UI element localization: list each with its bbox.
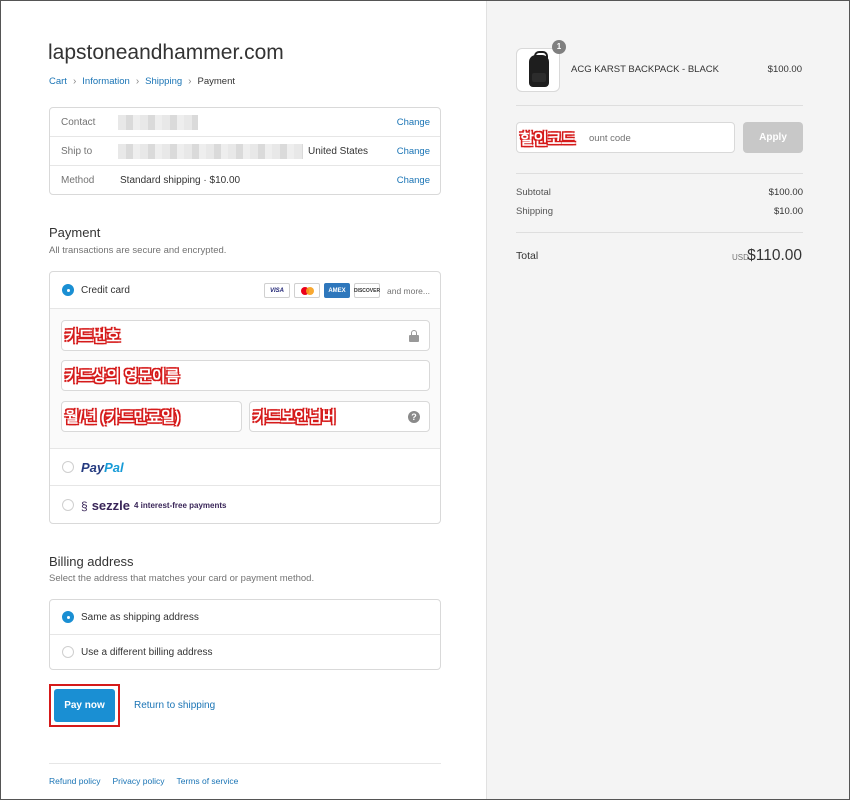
- backpack-icon: [529, 51, 549, 87]
- contact-change-link[interactable]: Change: [397, 117, 430, 128]
- breadcrumb-shipping[interactable]: Shipping: [145, 76, 182, 87]
- footer-divider: [49, 763, 441, 764]
- sezzle-name: sezzle: [91, 498, 130, 513]
- summary-divider: [516, 232, 803, 233]
- breadcrumb-cart[interactable]: Cart: [49, 76, 67, 87]
- method-change-link[interactable]: Change: [397, 175, 430, 186]
- apply-discount-button[interactable]: Apply: [743, 122, 803, 153]
- discount-code-input[interactable]: ount code 할인코드: [516, 122, 735, 153]
- privacy-policy-link[interactable]: Privacy policy: [113, 776, 165, 786]
- shipping-value: $10.00: [773, 206, 803, 217]
- breadcrumb: Cart › Information › Shipping › Payment: [49, 76, 235, 87]
- ship-to-label: Ship to: [61, 145, 93, 157]
- mastercard-icon: [294, 283, 320, 298]
- billing-same-label: Same as shipping address: [81, 611, 199, 623]
- billing-different-option[interactable]: Use a different billing address: [50, 635, 440, 670]
- ship-to-change-link[interactable]: Change: [397, 146, 430, 157]
- discover-icon: DISCOVER: [354, 283, 380, 298]
- discount-annotation: 할인코드: [520, 131, 576, 148]
- paypal-option[interactable]: PayPal: [50, 449, 440, 486]
- pay-now-highlight: Pay now: [49, 684, 120, 727]
- store-name[interactable]: lapstoneandhammer.com: [48, 41, 284, 65]
- chevron-right-icon: ›: [188, 76, 192, 87]
- sezzle-radio[interactable]: [62, 499, 74, 511]
- shipping-label: Shipping: [516, 206, 553, 217]
- terms-of-service-link[interactable]: Terms of service: [176, 776, 238, 786]
- summary-divider: [516, 173, 803, 174]
- ship-to-address-redacted: [118, 144, 303, 159]
- discount-placeholder: ount code: [589, 133, 631, 144]
- visa-icon: VISA: [264, 283, 290, 298]
- total-label: Total: [516, 250, 539, 262]
- footer-links: Refund policy Privacy policy Terms of se…: [49, 776, 238, 786]
- quantity-badge: 1: [552, 40, 566, 54]
- sezzle-logo: § sezzle 4 interest-free payments: [81, 498, 226, 513]
- product-name: ACG KARST BACKPACK - BLACK: [571, 64, 719, 75]
- payment-methods: Credit card VISA AMEX DISCOVER and more.…: [49, 271, 441, 524]
- billing-subtitle: Select the address that matches your car…: [49, 573, 315, 584]
- billing-different-label: Use a different billing address: [81, 647, 213, 658]
- security-code-annotation: 카드보안넘버: [253, 409, 336, 426]
- credit-card-fields: 카드번호 카드상의 영문이름 월/년 (카드만료일) 카드보안넘버 ?: [50, 309, 440, 449]
- total-value: $110.00: [747, 247, 802, 264]
- credit-card-option[interactable]: Credit card VISA AMEX DISCOVER and more.…: [50, 272, 440, 309]
- review-method-row: Method Standard shipping · $10.00 Change: [50, 166, 440, 195]
- sezzle-subtitle: 4 interest-free payments: [134, 501, 227, 510]
- lock-icon: [409, 330, 419, 342]
- subtotal-row: Subtotal $100.00: [516, 187, 803, 198]
- breadcrumb-payment: Payment: [197, 76, 236, 87]
- checkout-main: lapstoneandhammer.com Cart › Information…: [1, 1, 486, 799]
- subtotal-label: Subtotal: [516, 187, 551, 198]
- chevron-right-icon: ›: [135, 76, 140, 87]
- payment-subtitle: All transactions are secure and encrypte…: [49, 245, 227, 256]
- payment-title: Payment: [49, 225, 101, 240]
- billing-options: Same as shipping address Use a different…: [49, 599, 441, 670]
- contact-label: Contact: [61, 116, 96, 128]
- paypal-logo: PayPal: [81, 459, 124, 475]
- summary-divider: [516, 105, 803, 106]
- shipping-row: Shipping $10.00: [516, 206, 803, 217]
- expiry-field[interactable]: 월/년 (카드만료일): [61, 401, 242, 432]
- name-on-card-annotation: 카드상의 영문이름: [65, 368, 180, 385]
- name-on-card-field[interactable]: 카드상의 영문이름: [61, 360, 430, 391]
- chevron-right-icon: ›: [72, 76, 77, 87]
- order-summary: 1 ACG KARST BACKPACK - BLACK $100.00 oun…: [486, 1, 849, 799]
- review-block: Contact Change Ship to United States Cha…: [49, 107, 441, 195]
- method-label: Method: [61, 175, 95, 186]
- pay-now-button[interactable]: Pay now: [54, 689, 115, 722]
- product-thumbnail: [516, 48, 560, 92]
- breadcrumb-information[interactable]: Information: [82, 76, 130, 87]
- billing-same-radio[interactable]: [62, 611, 74, 623]
- subtotal-value: $100.00: [768, 187, 803, 198]
- review-contact-row: Contact Change: [50, 108, 440, 137]
- card-number-annotation: 카드번호: [65, 328, 121, 345]
- method-value: Standard shipping · $10.00: [120, 175, 241, 186]
- card-number-field[interactable]: 카드번호: [61, 320, 430, 351]
- credit-card-radio[interactable]: [62, 284, 74, 296]
- amex-icon: AMEX: [324, 283, 350, 298]
- paypal-radio[interactable]: [62, 461, 74, 473]
- review-ship-to-row: Ship to United States Change: [50, 137, 440, 166]
- ship-to-country: United States: [308, 145, 369, 157]
- billing-title: Billing address: [49, 554, 134, 569]
- card-brands: VISA AMEX DISCOVER and more...: [264, 283, 430, 298]
- credit-card-label: Credit card: [81, 284, 130, 296]
- billing-same-option[interactable]: Same as shipping address: [50, 600, 440, 635]
- sezzle-option[interactable]: § sezzle 4 interest-free payments: [50, 487, 440, 523]
- return-to-shipping-link[interactable]: Return to shipping: [134, 700, 215, 711]
- expiry-annotation: 월/년 (카드만료일): [65, 409, 180, 426]
- billing-different-radio[interactable]: [62, 646, 74, 658]
- product-price: $100.00: [767, 64, 802, 75]
- refund-policy-link[interactable]: Refund policy: [49, 776, 101, 786]
- security-code-field[interactable]: 카드보안넘버 ?: [249, 401, 430, 432]
- sezzle-icon: §: [81, 498, 88, 513]
- and-more-text: and more...: [387, 285, 430, 296]
- question-icon[interactable]: ?: [408, 411, 420, 423]
- contact-value-redacted: [118, 115, 198, 130]
